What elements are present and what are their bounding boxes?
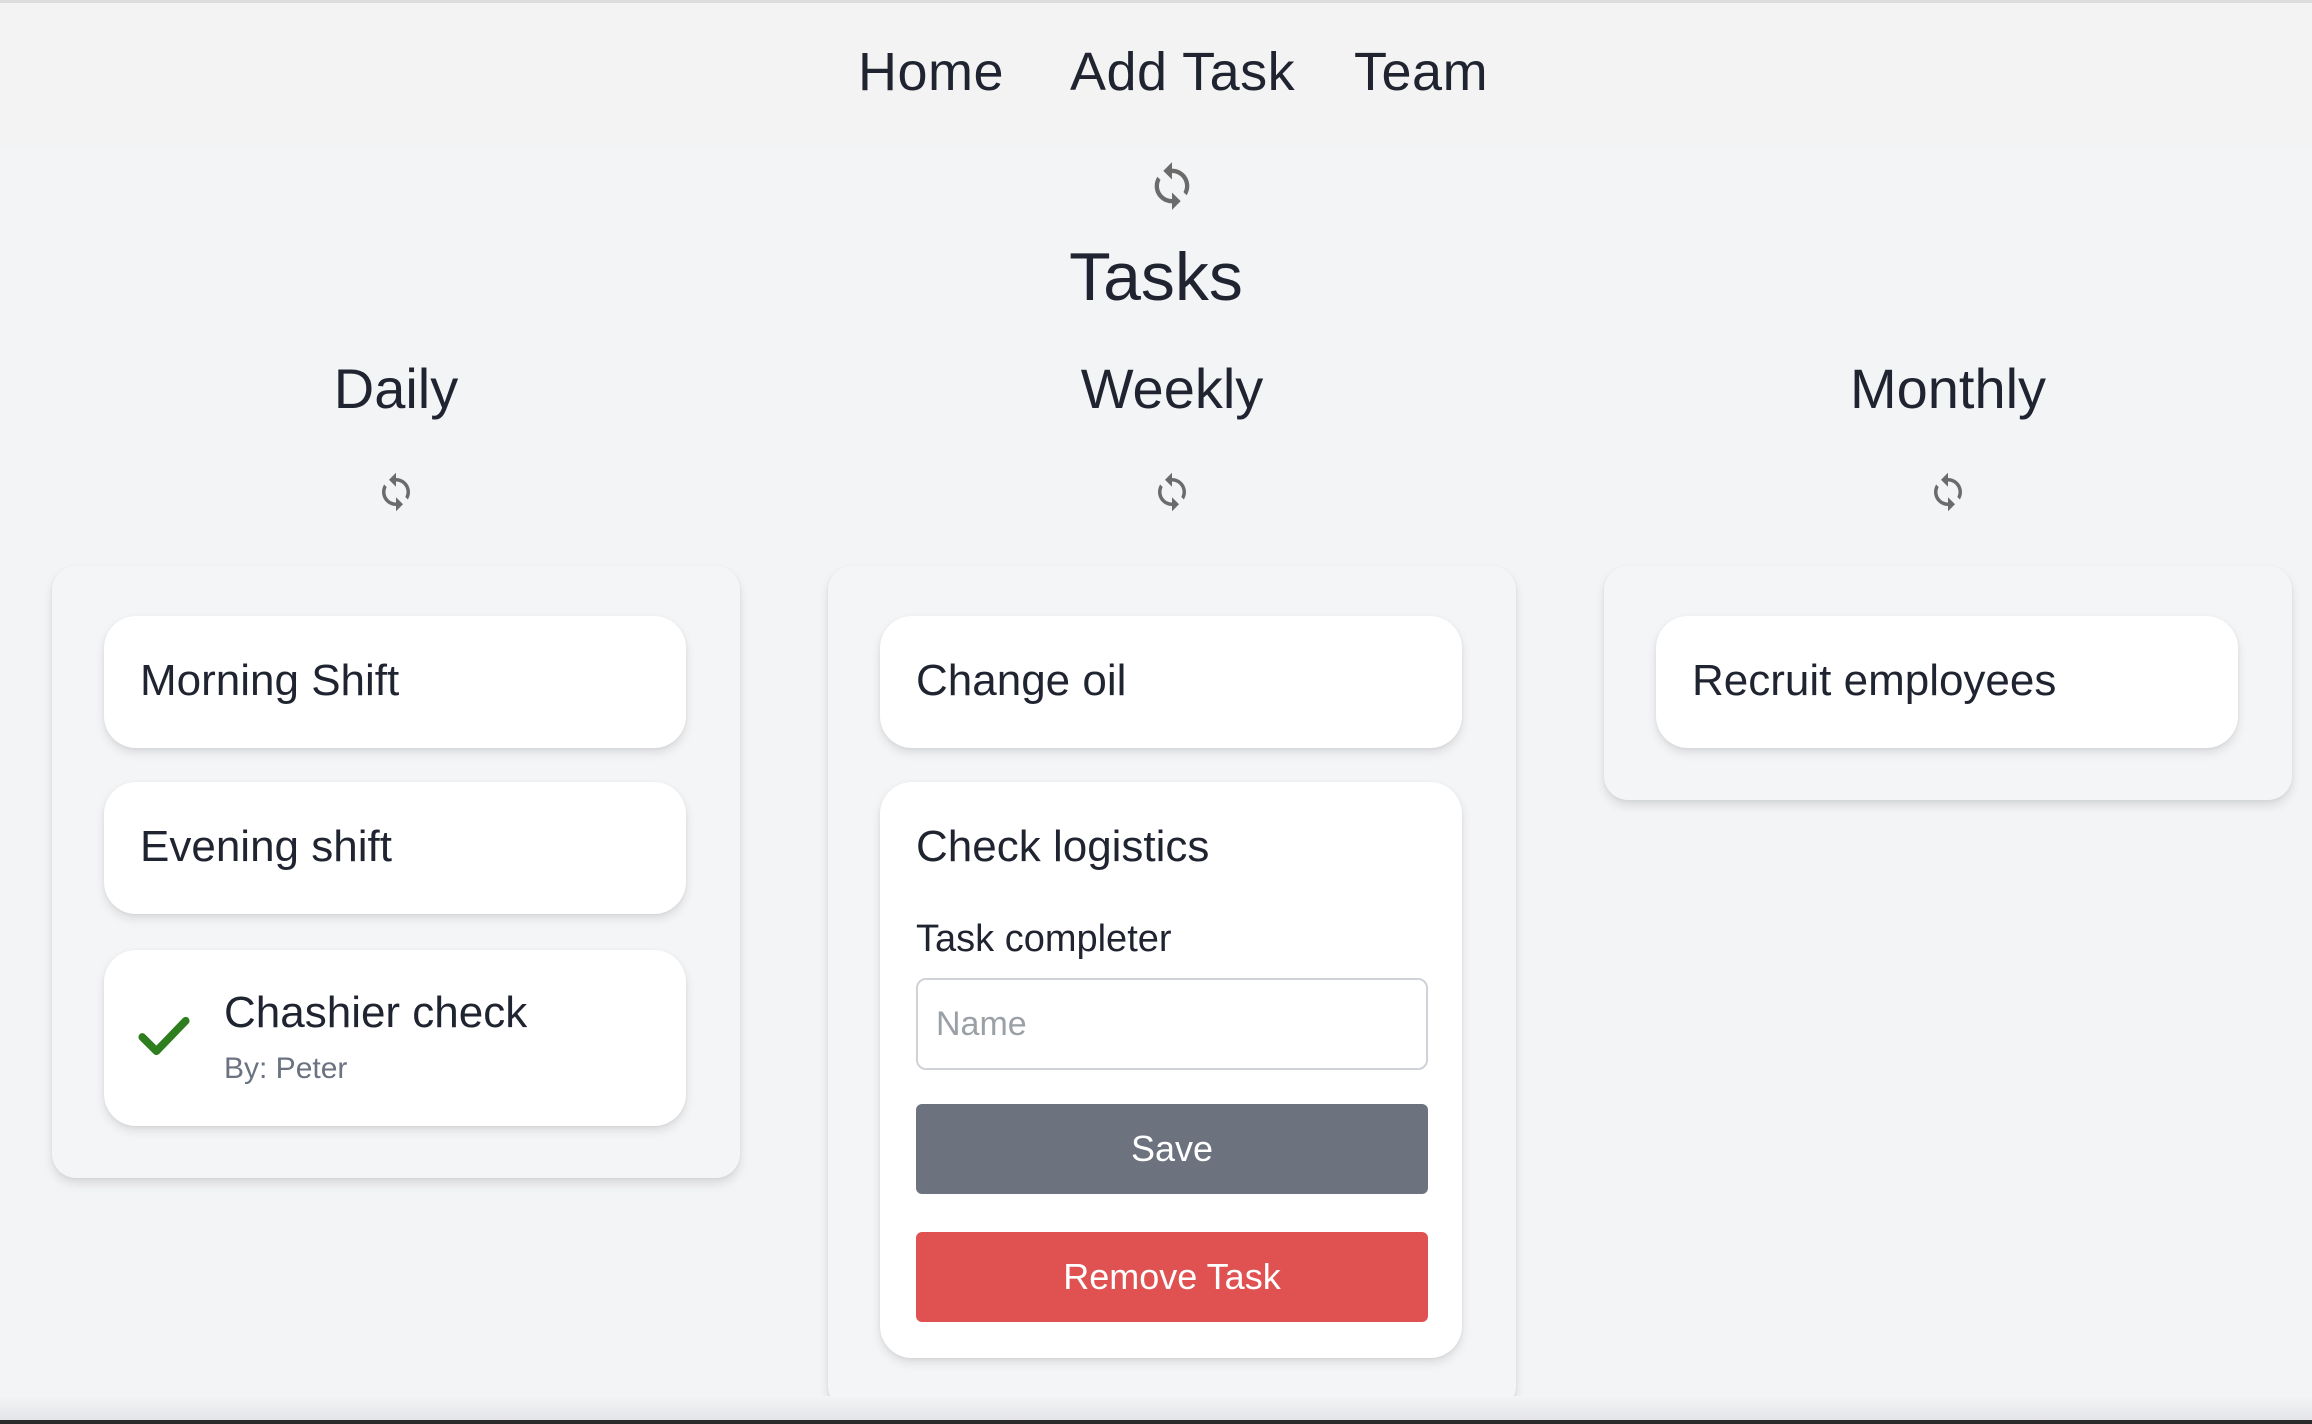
- task-card-expanded[interactable]: Check logistics Task completer Save Remo…: [880, 782, 1462, 1358]
- column-daily: Morning Shift Evening shift Chashier che…: [52, 566, 740, 1178]
- page-title: Tasks: [1069, 239, 1243, 315]
- refresh-icon: [1158, 472, 1186, 512]
- refresh-daily-button[interactable]: [375, 470, 417, 514]
- task-title: Recruit employees: [1692, 656, 2057, 705]
- column-monthly: Recruit employees: [1604, 566, 2292, 800]
- column-title-weekly: Weekly: [1080, 357, 1264, 420]
- task-card[interactable]: Recruit employees: [1656, 616, 2238, 748]
- column-title-daily: Daily: [333, 357, 459, 420]
- task-card-completed[interactable]: Chashier check By: Peter: [104, 950, 686, 1126]
- task-title: Morning Shift: [140, 656, 400, 705]
- task-completer-label: Task completer: [916, 918, 1172, 960]
- task-title: Check logistics: [916, 822, 1210, 871]
- nav-team-link[interactable]: Team: [1354, 41, 1488, 103]
- task-title: Evening shift: [140, 822, 392, 871]
- column-weekly: Change oil Check logistics Task complete…: [828, 566, 1516, 1410]
- refresh-weekly-button[interactable]: [1151, 470, 1193, 514]
- save-button[interactable]: Save: [916, 1104, 1428, 1194]
- refresh-icon: [382, 472, 410, 512]
- refresh-icon: [1154, 162, 1190, 210]
- checkmark-icon: [138, 1016, 190, 1056]
- refresh-monthly-button[interactable]: [1927, 470, 1969, 514]
- column-title-monthly: Monthly: [1849, 357, 2047, 420]
- window-bottom-edge: [0, 1396, 2312, 1424]
- task-card[interactable]: Evening shift: [104, 782, 686, 914]
- task-completed-by: By: Peter: [224, 1052, 348, 1085]
- task-title: Chashier check: [224, 988, 528, 1037]
- nav-add-task-link[interactable]: Add Task: [1070, 41, 1295, 103]
- refresh-all-icon[interactable]: [1146, 158, 1198, 214]
- task-completer-name-input[interactable]: [916, 978, 1428, 1070]
- top-nav-bar: Home Add Task Team: [0, 0, 2312, 146]
- task-card[interactable]: Morning Shift: [104, 616, 686, 748]
- remove-task-button[interactable]: Remove Task: [916, 1232, 1428, 1322]
- task-title: Change oil: [916, 656, 1127, 705]
- nav-home-link[interactable]: Home: [858, 41, 1004, 103]
- task-card[interactable]: Change oil: [880, 616, 1462, 748]
- refresh-icon: [1934, 472, 1962, 512]
